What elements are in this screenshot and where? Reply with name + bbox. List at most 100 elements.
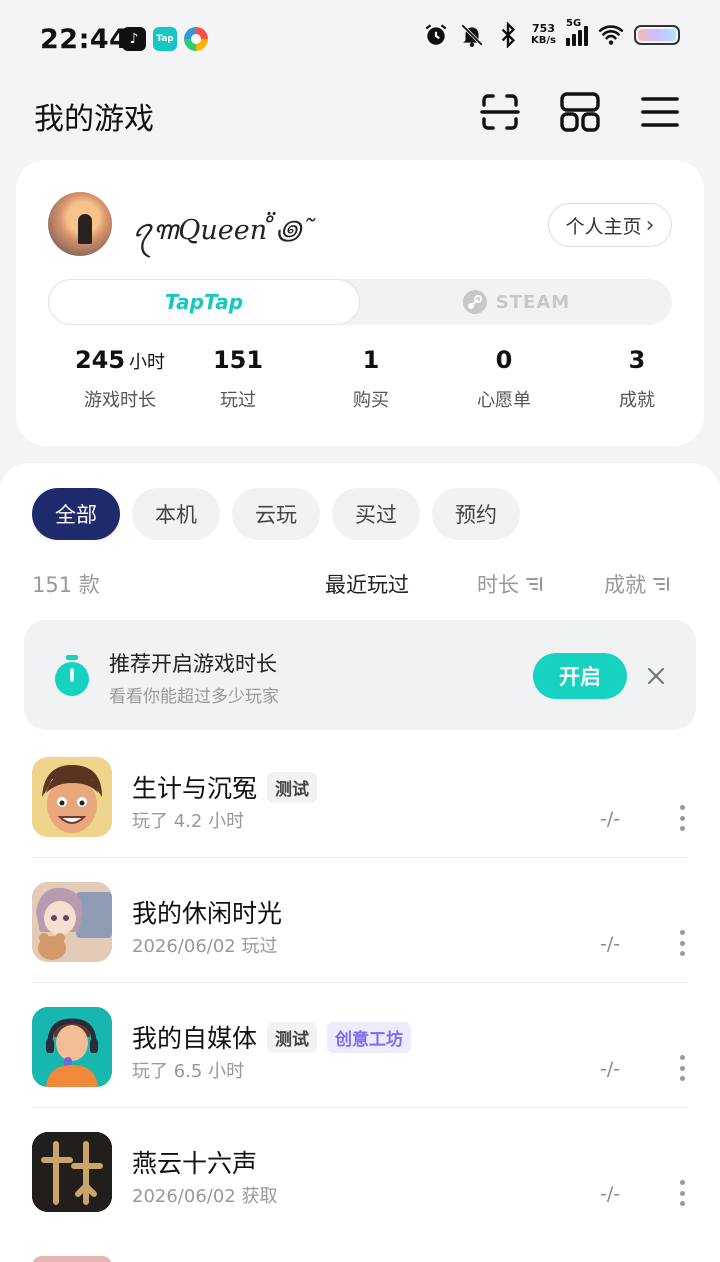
mute-icon [461,24,483,47]
stat-unit: 小时 [129,352,166,373]
game-count: 151 款 [32,573,100,597]
sort-icon [653,577,669,591]
stat-label: 购买 [353,390,389,411]
profile-stats: 245 小时 游戏时长 151 玩过 1 购买 0 心愿单 3 成就 [16,346,704,416]
game-list-item[interactable]: 我的休闲时光 2026/06/02 玩过 -/- [32,858,688,983]
banner-subtitle: 看看你能超过多少玩家 [109,687,279,707]
stat-value: 245 [74,346,126,374]
sort-achievement[interactable]: 成就 [604,569,672,599]
game-list-item[interactable]: 燕云十六声 2026/06/02 获取 -/- [32,1108,688,1233]
game-title: 我的休闲时光 [132,899,283,928]
sort-recent[interactable]: 最近玩过 [325,569,409,599]
game-score: -/- [600,808,621,830]
filter-chip-local[interactable]: 本机 [132,488,220,540]
taptap-logo: TapTap [164,290,244,314]
tiktok-icon: ♪ [122,27,146,51]
tag-workshop: 创意工坊 [327,1021,412,1053]
playtime-banner: 推荐开启游戏时长 看看你能超过多少玩家 开启 [24,620,696,730]
tab-steam[interactable]: STEAM [360,279,672,325]
chevron-right-icon: › [645,212,655,238]
stat-value: 0 [495,346,513,374]
stat-value: 1 [362,346,380,374]
avatar[interactable] [48,192,112,256]
grid-layout-icon [560,92,600,132]
alarm-icon [425,24,447,45]
game-icon [32,1132,112,1212]
game-subtitle: 2026/06/02 获取 [132,1186,278,1207]
status-bar: 22:44 ♪ Tap 753 KB/s 5G [0,0,720,80]
game-list-item[interactable]: 我的自媒体 测试 创意工坊 玩了 6.5 小时 -/- [32,983,688,1108]
page-title: 我的游戏 [34,102,154,137]
game-icon [32,1007,112,1087]
game-subtitle: 2026/06/02 玩过 [132,936,278,957]
more-options-icon[interactable] [676,805,688,831]
game-score: -/- [600,1183,621,1205]
game-score: -/- [600,933,621,955]
taptap-icon: Tap [153,27,177,51]
menu-icon [641,97,679,127]
stat-label: 玩过 [220,390,256,411]
game-title-row: 我的自媒体 测试 创意工坊 [132,1019,412,1055]
next-game-icon-peek [32,1256,112,1262]
stat-value: 3 [628,346,646,374]
more-options-icon[interactable] [676,930,688,956]
tab-taptap[interactable]: TapTap [48,279,360,325]
sort-label: 成就 [604,573,646,597]
stat-purchased[interactable]: 1 购买 [301,346,441,412]
network-speed-unit: KB/s [531,35,556,46]
game-title: 生计与沉冤 [132,774,258,803]
steam-icon [462,290,487,314]
stat-wishlist[interactable]: 0 心愿单 [434,346,574,412]
profile-home-label: 个人主页 [565,215,642,238]
username: ꪖ꧑Queen ̊̈꩜˜ [132,215,315,246]
scan-button[interactable] [478,90,522,134]
game-title: 我的自媒体 [132,1024,258,1053]
sort-label: 时长 [477,573,519,597]
scan-icon [480,94,520,130]
game-icon [32,882,112,962]
stat-value: 151 [212,346,264,374]
color-app-icon [184,27,208,51]
game-icon [32,757,112,837]
game-score: -/- [600,1058,621,1080]
profile-home-button[interactable]: 个人主页 › [548,203,672,247]
banner-title: 推荐开启游戏时长 [109,652,277,676]
cell-signal-icon: 5G [566,18,588,46]
game-list-item[interactable]: 生计与沉冤 测试 玩了 4.2 小时 -/- [32,733,688,858]
game-list-sheet: 全部 本机 云玩 买过 预约 151 款 最近玩过 时长 成就 推荐开启游戏时长… [0,463,720,1262]
filter-chip-cloud[interactable]: 云玩 [232,488,320,540]
bluetooth-icon [501,22,516,48]
tag-test: 测试 [267,771,318,803]
game-title-row: 我的休闲时光 [132,894,282,930]
platform-tabs: TapTap STEAM [48,279,672,325]
game-subtitle: 玩了 6.5 小时 [132,1061,245,1082]
stopwatch-icon [55,655,89,696]
battery-icon [634,25,680,45]
status-time: 22:44 [40,24,129,55]
layout-toggle-button[interactable] [558,90,602,134]
steam-label: STEAM [495,291,571,313]
close-icon[interactable] [644,664,668,688]
wifi-icon [598,25,624,45]
sort-duration[interactable]: 时长 [477,569,545,599]
stat-played[interactable]: 151 玩过 [168,346,308,412]
sort-label: 最近玩过 [325,573,409,597]
game-title-row: 生计与沉冤 测试 [132,769,318,805]
filter-chip-bought[interactable]: 买过 [332,488,420,540]
network-speed: 753 KB/s [531,23,556,47]
more-options-icon[interactable] [676,1180,688,1206]
tag-test: 测试 [267,1021,318,1053]
stat-label: 心愿单 [477,390,531,411]
filter-chip-reserved[interactable]: 预约 [432,488,520,540]
enable-button[interactable]: 开启 [533,653,627,699]
stat-label: 成就 [619,390,655,411]
more-options-icon[interactable] [676,1055,688,1081]
game-title: 燕云十六声 [132,1149,258,1178]
network-type: 5G [566,18,582,29]
menu-button[interactable] [638,90,682,134]
game-title-row: 燕云十六声 [132,1144,257,1180]
stat-achievements[interactable]: 3 成就 [567,346,707,412]
game-subtitle: 玩了 4.2 小时 [132,811,245,832]
filter-chip-all[interactable]: 全部 [32,488,120,540]
network-speed-value: 753 [532,22,555,35]
